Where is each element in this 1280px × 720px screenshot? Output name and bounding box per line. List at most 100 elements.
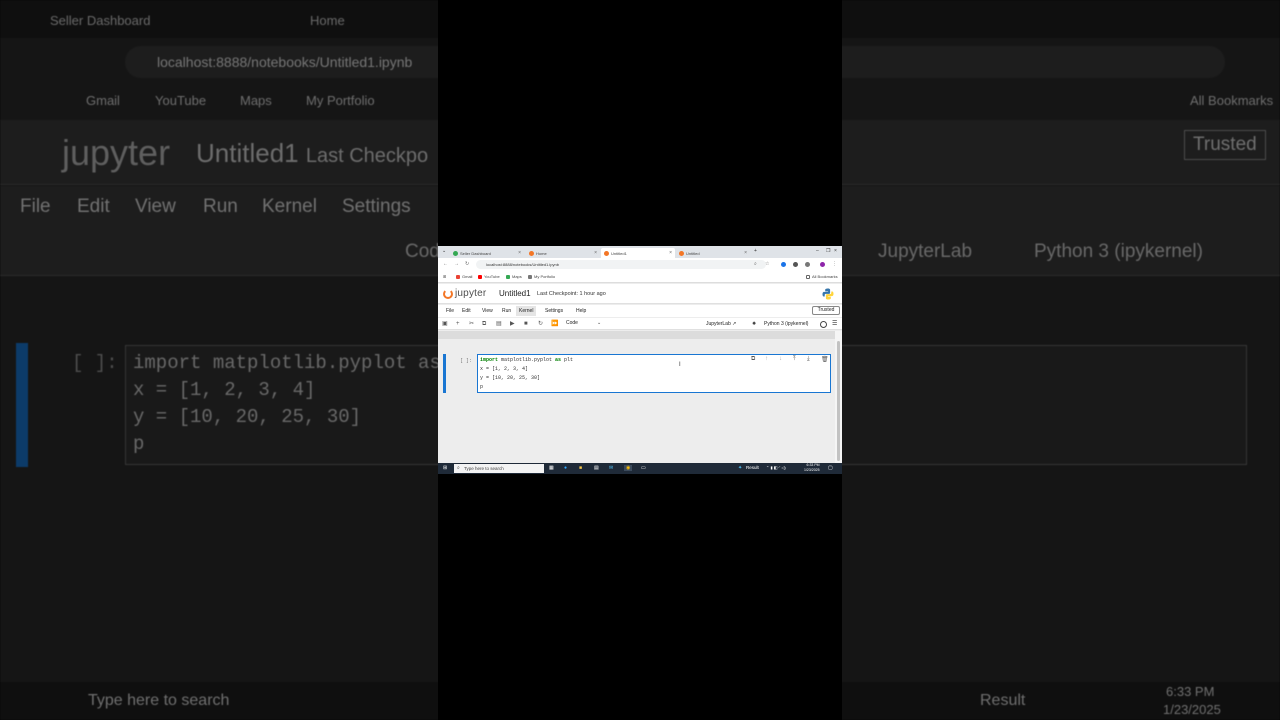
close-icon[interactable]: × (669, 250, 672, 256)
cell-prompt: [ ]: (460, 358, 473, 364)
restore-icon[interactable]: ❐ (826, 248, 830, 254)
menu-file[interactable]: File (443, 306, 457, 316)
bookmark-label: My Portfolio (534, 274, 556, 279)
close-icon[interactable]: × (518, 250, 521, 256)
back-icon[interactable]: ← (443, 261, 448, 267)
bg-menu-kernel: Kernel (262, 196, 317, 217)
browser-tab-bar: ⌄ Seller Dashboard × Home × Untitled1 × … (438, 246, 842, 258)
profile-avatar[interactable] (820, 262, 825, 267)
move-up-icon[interactable]: ↑ (765, 356, 768, 362)
tab-home[interactable]: Home × (526, 248, 600, 258)
bg-search: Type here to search (88, 692, 230, 709)
bookmark-gmail[interactable]: Gmail (456, 274, 472, 279)
menu-view[interactable]: View (479, 306, 496, 316)
bg-code-line: y = [10, 20, 25, 30] (133, 406, 362, 428)
close-icon[interactable]: × (744, 250, 747, 256)
keyword: import (480, 357, 499, 363)
kernel-name[interactable]: Python 3 (ipykernel) (764, 321, 808, 327)
new-tab-icon[interactable]: + (754, 248, 757, 254)
active-cell-indicator (443, 354, 446, 393)
jupyter-logo[interactable]: jupyter (443, 288, 486, 299)
bookmark-portfolio[interactable]: My Portfolio (528, 274, 555, 279)
debugger-icon[interactable]: ✹ (752, 321, 756, 327)
move-down-icon[interactable]: ↓ (779, 356, 782, 362)
taskbar-clock[interactable]: 6:33 PM 1/23/2025 (804, 463, 820, 473)
insert-below-icon[interactable]: ⤓ (807, 356, 810, 363)
run-all-icon[interactable]: ⏩ (551, 320, 558, 328)
globe-icon (528, 274, 532, 279)
trusted-badge[interactable]: Trusted (812, 306, 840, 315)
star-icon[interactable]: ☆ (765, 261, 769, 267)
cell-type-select[interactable]: Code (566, 320, 578, 326)
more-icon[interactable]: ⋮ (832, 261, 837, 267)
bg-menu-view: View (135, 196, 176, 217)
bookmark-maps[interactable]: Maps (506, 274, 522, 279)
close-window-icon[interactable]: × (834, 248, 837, 254)
stop-icon[interactable]: ■ (524, 320, 528, 328)
code-cell-text[interactable]: import matplotlib.pyplot as plt x = [1, 2… (480, 356, 573, 392)
puzzle-icon[interactable] (805, 262, 810, 267)
edge-icon[interactable]: ● (564, 465, 567, 471)
bookmark-label: YouTube (484, 274, 500, 279)
all-bookmarks-label: All Bookmarks (812, 274, 838, 279)
menu-settings[interactable]: Settings (542, 306, 566, 316)
bg-bm-youtube: YouTube (155, 93, 207, 108)
menu-kernel[interactable]: Kernel (516, 306, 537, 316)
system-tray-icons[interactable]: ⌃ ▮ ◧ ◜ ◁) (766, 465, 786, 470)
bookmark-youtube[interactable]: YouTube (478, 274, 500, 279)
terminal-icon[interactable]: ▭ (641, 465, 646, 471)
add-cell-icon[interactable]: + (456, 320, 460, 328)
insert-above-icon[interactable]: ⤒ (793, 356, 796, 363)
notification-icon[interactable]: ▢ (828, 465, 833, 471)
tab-search-icon[interactable]: ⌄ (442, 248, 446, 254)
external-link-icon: ↗ (732, 321, 737, 327)
zoom-icon[interactable]: ⌕ (754, 261, 757, 267)
notebook-title[interactable]: Untitled1 (499, 289, 531, 298)
bg-tab-home-label: Home (310, 12, 345, 28)
tab-seller-dashboard[interactable]: Seller Dashboard × (450, 248, 524, 258)
taskbar-search[interactable]: ⌕ Type here to search (454, 464, 544, 473)
menu-help[interactable]: Help (573, 306, 589, 316)
menu-run[interactable]: Run (499, 306, 514, 316)
task-view-icon[interactable]: ▦ (549, 465, 554, 471)
forward-icon[interactable]: → (454, 261, 459, 267)
menu-edit[interactable]: Edit (459, 306, 474, 316)
windows-start-icon[interactable]: ⊞ (443, 465, 447, 471)
bg-tab-seller-label: Seller Dashboard (50, 12, 151, 28)
restart-icon[interactable]: ↻ (538, 320, 543, 328)
duplicate-cell-icon[interactable]: ⧉ (751, 356, 755, 363)
paste-icon[interactable]: ▤ (496, 320, 502, 328)
all-bookmarks[interactable]: All Bookmarks (806, 274, 838, 279)
notebook-top-strip (438, 331, 842, 339)
desktop-screen: ⌄ Seller Dashboard × Home × Untitled1 × … (438, 246, 842, 474)
menu-icon[interactable]: ☰ (832, 320, 837, 327)
file-explorer-icon[interactable]: ■ (579, 465, 582, 471)
tab-untitled1[interactable]: Untitled1 × (601, 248, 675, 258)
jupyterlab-link[interactable]: JupyterLab ↗ (706, 321, 736, 327)
save-icon[interactable]: ▣ (442, 320, 448, 328)
url-field[interactable]: localhost:8888/notebooks/Untitled1.ipynb (476, 260, 766, 269)
chevron-down-icon[interactable]: ⌄ (597, 320, 601, 326)
cut-icon[interactable]: ✂ (469, 320, 474, 328)
run-icon[interactable]: ▶ (510, 320, 515, 328)
bg-menu-edit: Edit (77, 196, 110, 217)
delete-cell-icon[interactable]: 🗑 (821, 356, 829, 363)
tab-label: Untitled1 (611, 250, 627, 256)
reload-icon[interactable]: ↻ (465, 261, 469, 267)
extension-icon[interactable] (781, 262, 786, 267)
jupyter-favicon-icon (529, 250, 534, 256)
chrome-icon[interactable]: ◉ (624, 465, 633, 471)
minimize-icon[interactable]: – (816, 248, 819, 254)
copy-icon[interactable]: ⧉ (482, 320, 486, 328)
result-label[interactable]: Result (746, 465, 759, 470)
bg-title-name: Untitled1 (196, 138, 299, 168)
close-icon[interactable]: × (594, 250, 597, 256)
scrollbar-thumb[interactable] (837, 341, 840, 461)
store-icon[interactable]: ▤ (594, 465, 599, 471)
tab-untitled[interactable]: Untitled × (676, 248, 750, 258)
bg-bm-gmail: Gmail (86, 93, 120, 108)
apps-icon[interactable]: ⊞ (443, 274, 446, 279)
mail-icon[interactable]: ✉ (609, 465, 613, 471)
sync-icon[interactable] (793, 262, 798, 267)
folder-icon (806, 274, 810, 279)
